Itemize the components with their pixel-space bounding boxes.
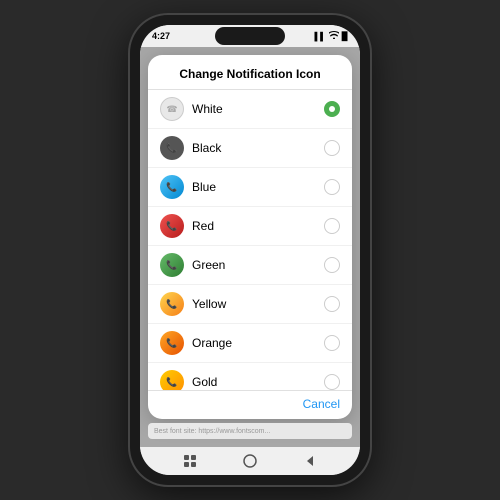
white-label: White xyxy=(192,102,316,116)
option-item-green[interactable]: 📞 Green xyxy=(148,246,352,285)
option-item-yellow[interactable]: 📞 Yellow xyxy=(148,285,352,324)
screen-content: Change Notification Icon ☎ White 📞 Black 📞 Bl… xyxy=(140,47,360,447)
option-item-red[interactable]: 📞 Red xyxy=(148,207,352,246)
option-item-white[interactable]: ☎ White xyxy=(148,90,352,129)
black-radio[interactable] xyxy=(324,140,340,156)
wifi-icon xyxy=(329,31,339,41)
orange-icon: 📞 xyxy=(160,331,184,355)
blue-icon: 📞 xyxy=(160,175,184,199)
nav-squares-icon[interactable] xyxy=(182,453,198,469)
black-icon: 📞 xyxy=(160,136,184,160)
status-icons: ▌▌ ▉ xyxy=(315,31,349,41)
url-text: Best font site: https://www.fontscom... xyxy=(154,428,270,435)
url-bar: Best font site: https://www.fontscom... xyxy=(148,423,352,439)
green-radio[interactable] xyxy=(324,257,340,273)
red-radio[interactable] xyxy=(324,218,340,234)
option-item-black[interactable]: 📞 Black xyxy=(148,129,352,168)
options-list[interactable]: ☎ White 📞 Black 📞 Blue 📞 Red 📞 Green 📞 Yellow 📞 Orang… xyxy=(148,90,352,390)
option-item-orange[interactable]: 📞 Orange xyxy=(148,324,352,363)
white-radio[interactable] xyxy=(324,101,340,117)
notch xyxy=(215,27,285,45)
gold-icon: 📞 xyxy=(160,370,184,390)
green-label: Green xyxy=(192,258,316,272)
dialog-title: Change Notification Icon xyxy=(148,55,352,90)
gold-radio[interactable] xyxy=(324,374,340,390)
black-label: Black xyxy=(192,141,316,155)
nav-home-icon[interactable] xyxy=(242,453,258,469)
cancel-button[interactable]: Cancel xyxy=(303,397,340,411)
status-time: 4:27 xyxy=(152,31,170,41)
dialog-background: Change Notification Icon ☎ White 📞 Black 📞 Bl… xyxy=(140,47,360,447)
dialog-footer: Cancel xyxy=(148,390,352,419)
blue-radio[interactable] xyxy=(324,179,340,195)
blue-label: Blue xyxy=(192,180,316,194)
green-icon: 📞 xyxy=(160,253,184,277)
option-item-blue[interactable]: 📞 Blue xyxy=(148,168,352,207)
red-icon: 📞 xyxy=(160,214,184,238)
option-item-gold[interactable]: 📞 Gold xyxy=(148,363,352,390)
yellow-radio[interactable] xyxy=(324,296,340,312)
gold-label: Gold xyxy=(192,375,316,389)
yellow-icon: 📞 xyxy=(160,292,184,316)
bottom-nav-bar xyxy=(140,447,360,475)
red-label: Red xyxy=(192,219,316,233)
orange-label: Orange xyxy=(192,336,316,350)
nav-back-icon[interactable] xyxy=(302,453,318,469)
white-icon: ☎ xyxy=(160,97,184,121)
yellow-label: Yellow xyxy=(192,297,316,311)
orange-radio[interactable] xyxy=(324,335,340,351)
signal-icon: ▌▌ xyxy=(315,32,326,41)
change-icon-dialog: Change Notification Icon ☎ White 📞 Black 📞 Bl… xyxy=(148,55,352,419)
battery-icon: ▉ xyxy=(342,32,348,41)
phone-screen: 4:27 ▌▌ ▉ Change Notification Icon ☎ Whit… xyxy=(140,25,360,475)
phone-frame: 4:27 ▌▌ ▉ Change Notification Icon ☎ Whit… xyxy=(130,15,370,485)
